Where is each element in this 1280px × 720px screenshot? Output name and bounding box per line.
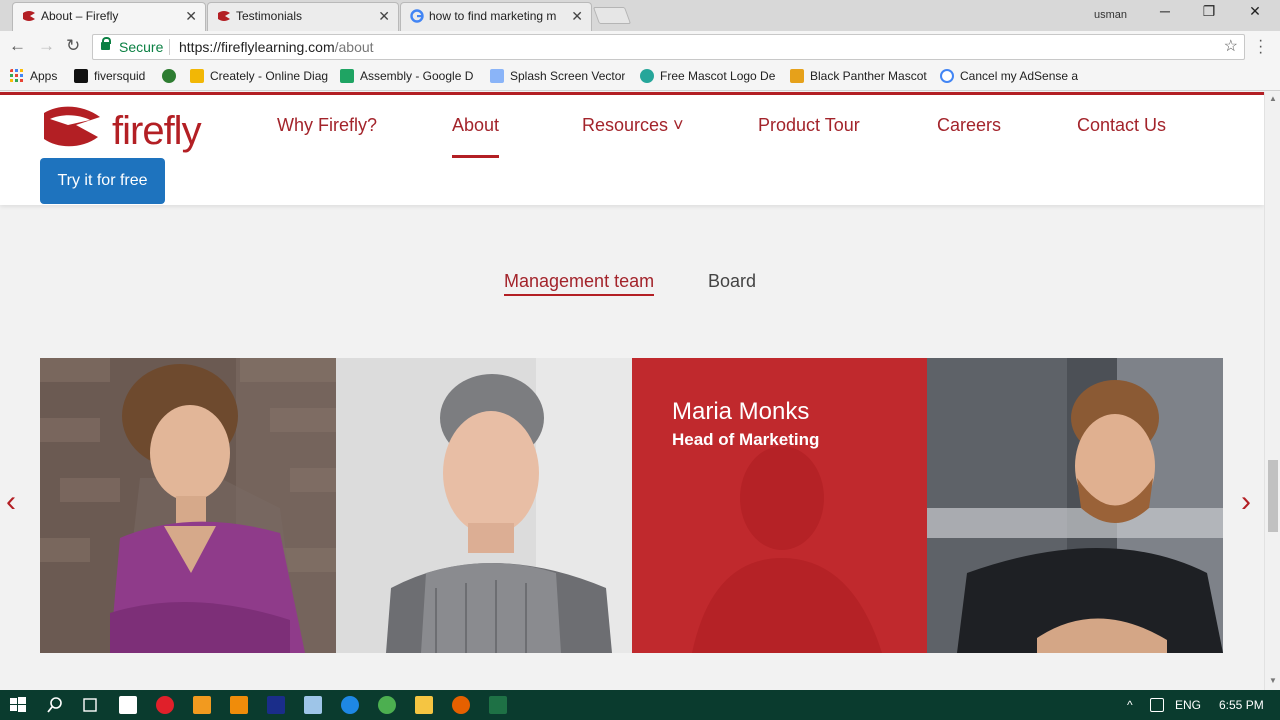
file-explorer-icon[interactable] bbox=[415, 696, 433, 714]
scroll-up-icon[interactable]: ▲ bbox=[1269, 94, 1277, 103]
image-icon bbox=[490, 69, 504, 83]
browser-toolbar: ← → ↻ Secure https://fireflylearning.com… bbox=[0, 31, 1280, 63]
chrome-icon[interactable] bbox=[378, 696, 396, 714]
window-close-icon[interactable]: ✕ bbox=[1240, 3, 1270, 20]
team-member-highlight-card[interactable]: Maria Monks Head of Marketing bbox=[632, 358, 928, 653]
tab-search[interactable]: how to find marketing m ✕ bbox=[400, 2, 592, 31]
team-member-photo[interactable] bbox=[336, 358, 632, 653]
illustrator-icon[interactable] bbox=[193, 696, 211, 714]
scroll-down-icon[interactable]: ▼ bbox=[1269, 676, 1277, 685]
carousel-prev-icon[interactable]: ‹ bbox=[6, 485, 16, 519]
store-icon[interactable] bbox=[119, 696, 137, 714]
drive-icon bbox=[340, 69, 354, 83]
tab-testimonials[interactable]: Testimonials ✕ bbox=[207, 2, 399, 31]
menu-icon[interactable]: · · · bbox=[1258, 33, 1263, 61]
notification-icon[interactable] bbox=[1150, 698, 1164, 712]
bookmark-adsense[interactable]: Cancel my AdSense a bbox=[940, 69, 1078, 83]
logo-text: firefly bbox=[112, 109, 202, 153]
team-member-photo[interactable] bbox=[927, 358, 1223, 653]
v-logo-icon bbox=[790, 69, 804, 83]
restore-icon[interactable]: ❐ bbox=[1194, 3, 1224, 20]
vlc-icon[interactable] bbox=[230, 696, 248, 714]
notes-icon[interactable] bbox=[304, 696, 322, 714]
web-page: firefly Why Firefly? About Resources ˅ P… bbox=[0, 92, 1264, 690]
person-photo bbox=[40, 358, 336, 653]
close-icon[interactable]: ✕ bbox=[185, 3, 197, 29]
apps-grid-icon bbox=[10, 69, 23, 82]
person-photo bbox=[336, 358, 632, 653]
bookmark-apps[interactable]: Apps bbox=[10, 69, 57, 83]
photoshop-icon[interactable] bbox=[267, 696, 285, 714]
bulb-icon bbox=[190, 69, 204, 83]
bookmarks-bar: Apps fiversquid Creately - Online Diag A… bbox=[0, 63, 1280, 91]
bookmark-black-panther[interactable]: Black Panther Mascot bbox=[790, 69, 927, 83]
team-carousel: Maria Monks Head of Marketing ‹ › bbox=[0, 358, 1264, 653]
nav-product-tour[interactable]: Product Tour bbox=[758, 115, 860, 136]
firefox-icon[interactable] bbox=[452, 696, 470, 714]
clock[interactable]: 6:55 PM bbox=[1219, 698, 1264, 712]
excel-icon[interactable] bbox=[489, 696, 507, 714]
nav-about[interactable]: About bbox=[452, 115, 500, 158]
bookmark-assembly[interactable]: Assembly - Google D bbox=[340, 69, 473, 83]
secure-label: Secure bbox=[119, 39, 164, 55]
divider bbox=[169, 39, 170, 55]
google-icon bbox=[410, 9, 424, 23]
firefly-logo-icon bbox=[44, 106, 100, 147]
tab-management-team[interactable]: Management team bbox=[504, 271, 655, 296]
facebook-icon bbox=[74, 69, 88, 83]
url-text[interactable]: https://fireflylearning.com/about bbox=[179, 35, 374, 59]
bookmark-star-icon[interactable]: ☆ bbox=[1224, 35, 1238, 59]
forward-icon[interactable]: → bbox=[38, 36, 55, 56]
google-icon bbox=[940, 69, 954, 83]
back-icon[interactable]: ← bbox=[9, 36, 26, 56]
bookmark-creately[interactable]: Creately - Online Diag bbox=[190, 69, 328, 83]
member-name: Maria Monks bbox=[672, 398, 810, 425]
try-free-button[interactable]: Try it for free bbox=[40, 158, 165, 204]
windows-taskbar: ^ ENG 6:55 PM bbox=[0, 690, 1280, 720]
team-member-photo[interactable] bbox=[40, 358, 336, 653]
tab-title: Testimonials bbox=[236, 9, 303, 23]
new-tab-button[interactable] bbox=[592, 7, 632, 24]
minimize-icon[interactable]: ─ bbox=[1150, 3, 1180, 19]
nav-why-firefly[interactable]: Why Firefly? bbox=[277, 115, 377, 136]
task-view-icon[interactable] bbox=[81, 696, 99, 714]
page-scrollbar[interactable]: ▲ ▼ bbox=[1264, 92, 1280, 690]
close-icon[interactable]: ✕ bbox=[571, 3, 583, 29]
tab-board[interactable]: Board bbox=[708, 271, 756, 292]
d-logo-icon bbox=[640, 69, 654, 83]
tray-chevron-icon[interactable]: ^ bbox=[1127, 698, 1133, 712]
edge-icon[interactable] bbox=[341, 696, 359, 714]
bookmark-fiversquid[interactable]: fiversquid bbox=[74, 69, 145, 83]
bookmark-splash[interactable]: Splash Screen Vector bbox=[490, 69, 625, 83]
reload-icon[interactable]: ↻ bbox=[66, 36, 80, 56]
tab-title: how to find marketing m bbox=[429, 9, 557, 23]
nav-careers[interactable]: Careers bbox=[937, 115, 1001, 136]
bookmark-green[interactable] bbox=[162, 69, 182, 83]
site-icon bbox=[162, 69, 176, 83]
profile-name[interactable]: usman bbox=[1094, 9, 1127, 21]
opera-icon[interactable] bbox=[156, 696, 174, 714]
scroll-thumb[interactable] bbox=[1268, 460, 1278, 532]
member-title: Head of Marketing bbox=[672, 430, 820, 449]
language-indicator[interactable]: ENG bbox=[1175, 698, 1201, 712]
tab-title: About – Firefly bbox=[41, 9, 119, 23]
carousel-next-icon[interactable]: › bbox=[1241, 485, 1251, 519]
search-icon[interactable] bbox=[46, 696, 64, 714]
bookmark-mascot-logo[interactable]: Free Mascot Logo De bbox=[640, 69, 775, 83]
person-photo bbox=[927, 358, 1223, 653]
site-header: firefly Why Firefly? About Resources ˅ P… bbox=[0, 95, 1264, 205]
tab-strip: About – Firefly ✕ Testimonials ✕ how to … bbox=[0, 0, 1280, 31]
nav-contact-us[interactable]: Contact Us bbox=[1077, 115, 1166, 136]
firefly-favicon-icon bbox=[23, 11, 35, 21]
tab-about[interactable]: About – Firefly ✕ bbox=[12, 2, 206, 31]
nav-resources[interactable]: Resources ˅ bbox=[582, 115, 684, 136]
lock-icon bbox=[101, 37, 111, 50]
windows-start-icon[interactable] bbox=[9, 696, 27, 714]
firefly-favicon-icon bbox=[218, 11, 230, 21]
address-bar[interactable]: Secure https://fireflylearning.com/about… bbox=[92, 34, 1245, 60]
close-icon[interactable]: ✕ bbox=[378, 3, 390, 29]
